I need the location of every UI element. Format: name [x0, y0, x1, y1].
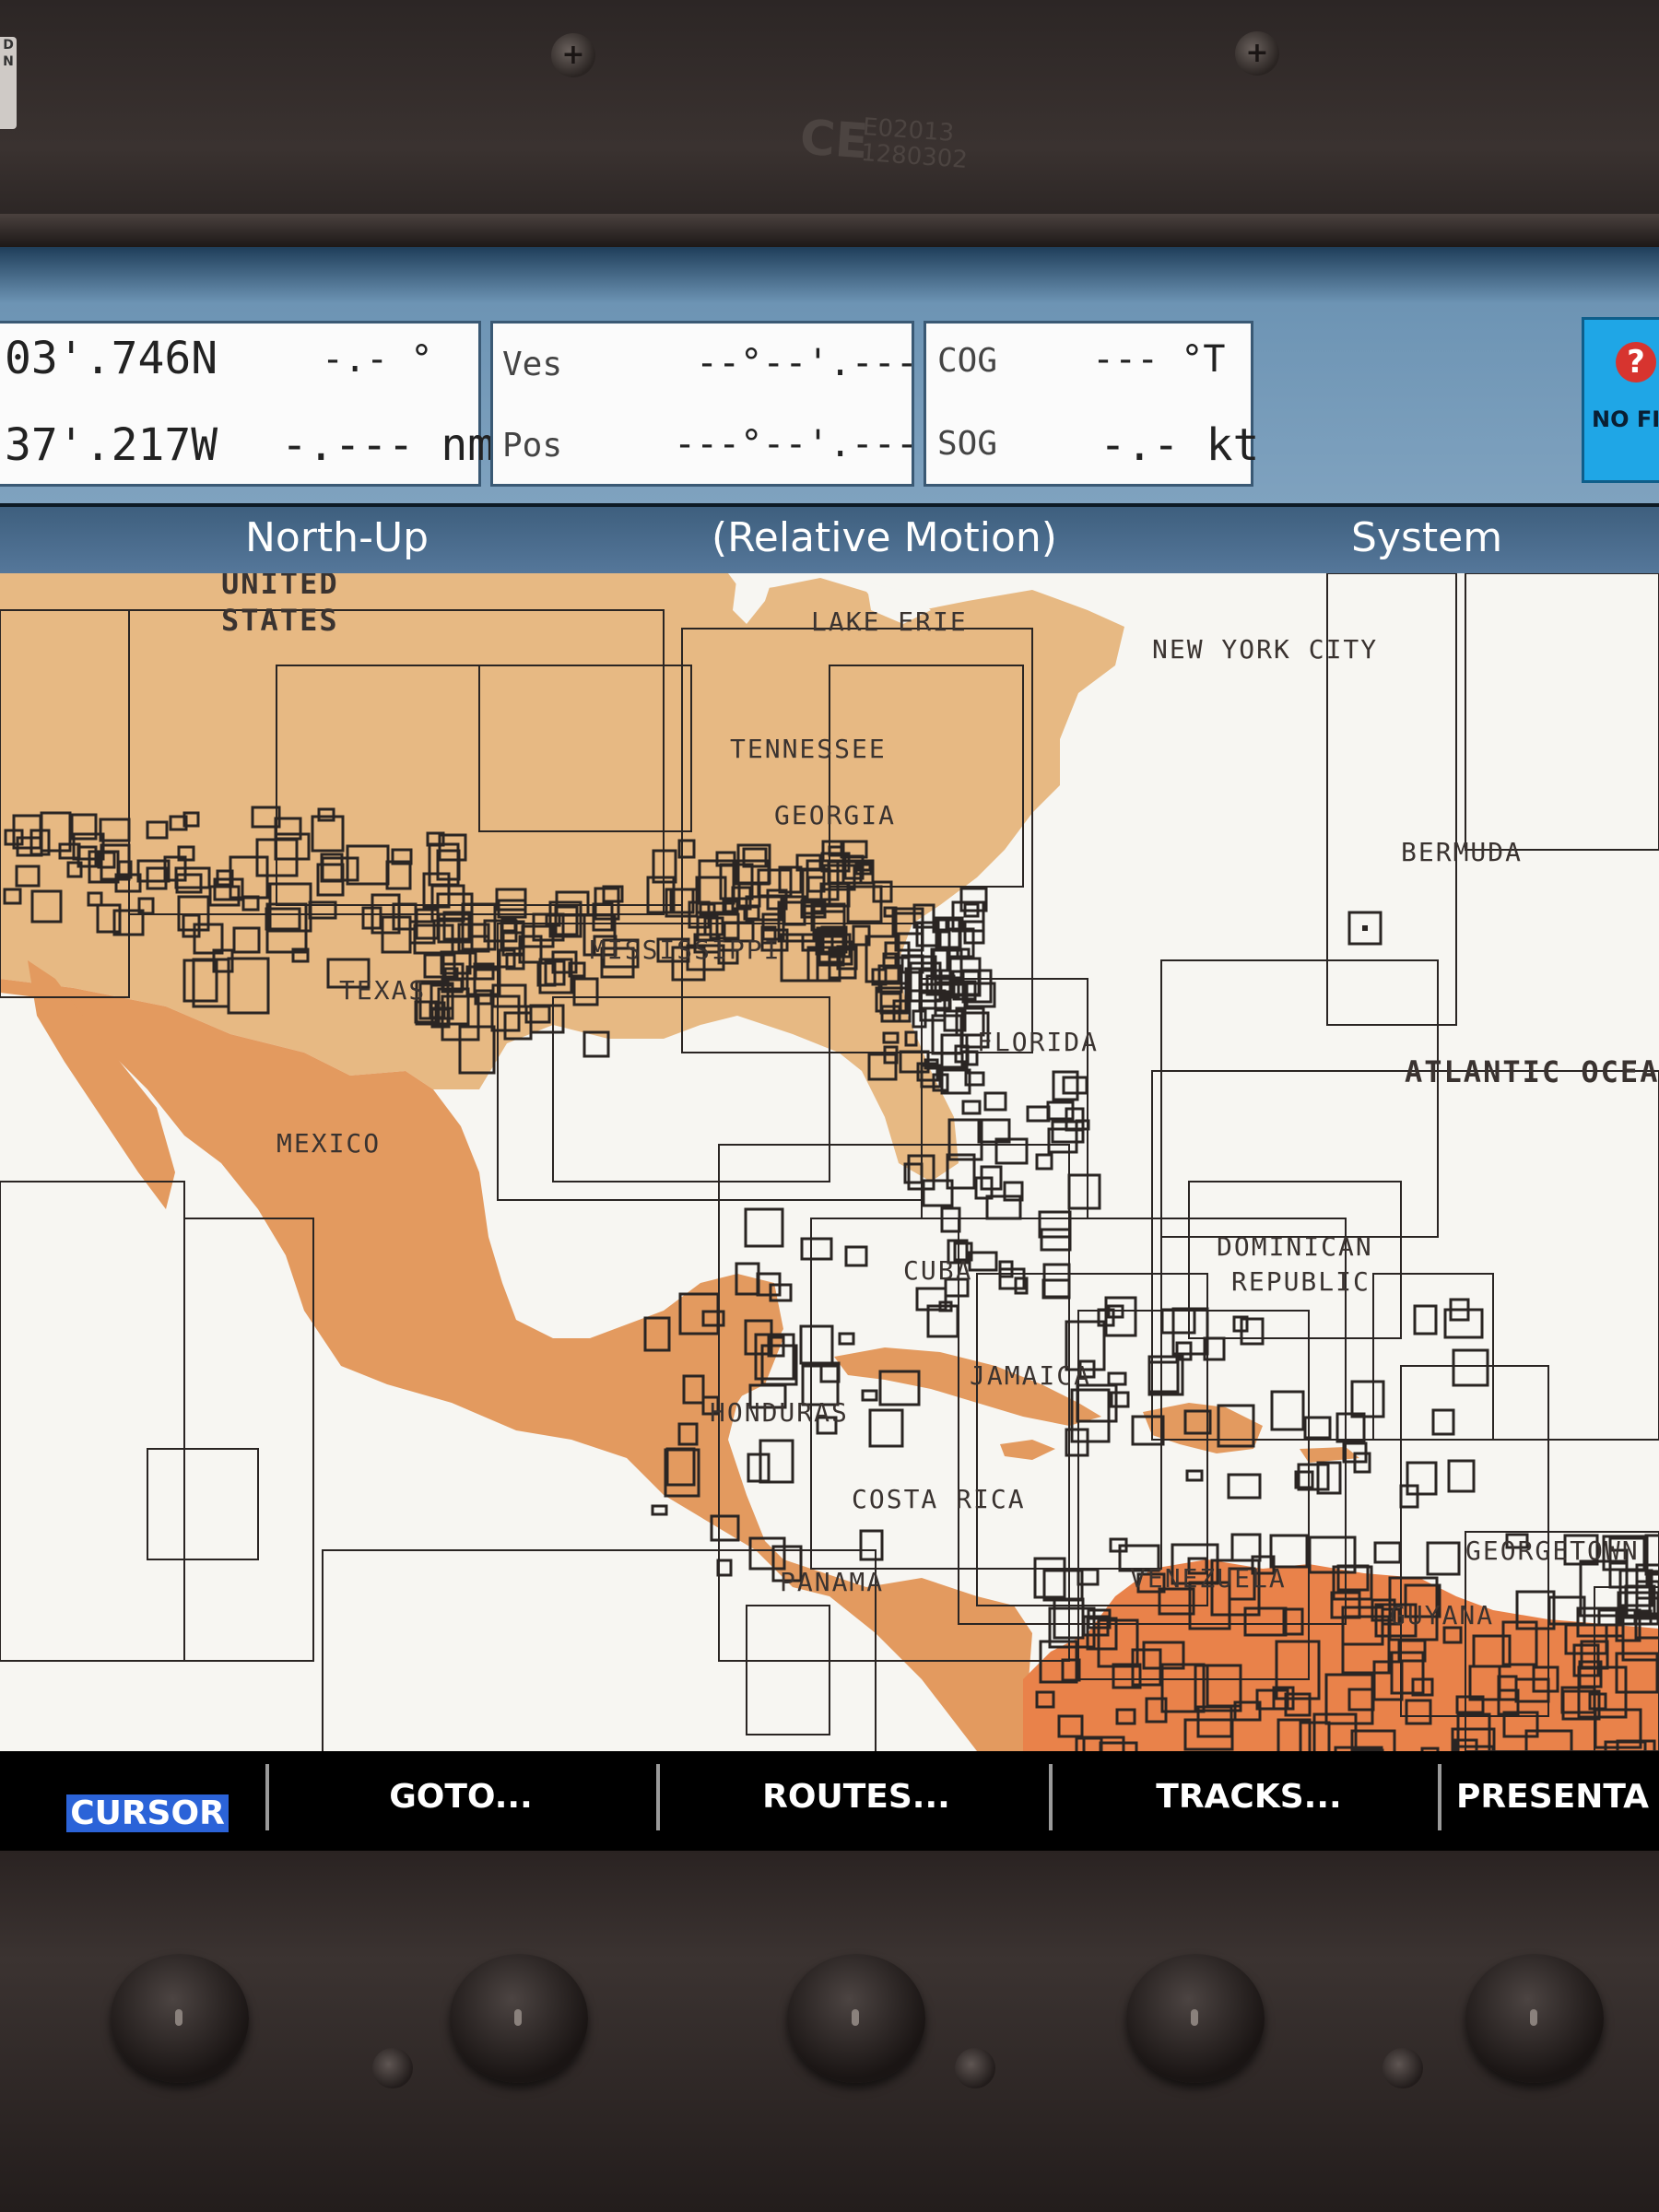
soft-key-bar: CURSOR GOTO... ROUTES... TRACKS... PRESE…	[0, 1751, 1659, 1851]
label-jamaica: JAMAICA	[970, 1360, 1091, 1391]
cursor-range: -.--- nm	[281, 419, 495, 471]
label-guyana: GUYANA	[1390, 1600, 1494, 1630]
cursor-position-box[interactable]: 03'.746N 37'.217W -.- ° -.--- nm	[0, 321, 494, 487]
label-united-states-2: STATES	[221, 603, 339, 638]
side-label-tag: D N	[0, 37, 17, 129]
vessel-position-box[interactable]: Ves Pos --°--'.--- ---°--'.---	[490, 321, 918, 487]
ves-label: Ves	[502, 346, 563, 383]
label-panama: PANAMA	[780, 1567, 884, 1597]
course-speed-box[interactable]: COG SOG --- °T -.- kt	[924, 321, 1259, 487]
gps-status-indicator[interactable]: ? NO FI	[1582, 317, 1659, 483]
no-fix-satellite-icon: ?	[1616, 342, 1656, 382]
orientation-mode[interactable]: North-Up	[245, 514, 429, 561]
bezel-lip	[0, 214, 1659, 247]
pos-label: Pos	[502, 427, 563, 465]
softkey-knob-3[interactable]	[787, 1954, 925, 2083]
softkey-divider	[656, 1764, 660, 1830]
data-bar: 03'.746N 37'.217W -.- ° -.--- nm Ves Pos…	[0, 247, 1659, 503]
label-united-states-1: UNITED	[221, 573, 339, 601]
label-texas: TEXAS	[339, 975, 426, 1006]
cursor-longitude: 37'.217W	[5, 419, 218, 471]
label-mexico: MEXICO	[276, 1128, 381, 1159]
routes-softkey[interactable]: ROUTES...	[667, 1751, 1045, 1843]
label-costa-rica: COSTA RICA	[852, 1484, 1026, 1514]
label-cuba: CUBA	[903, 1255, 972, 1286]
cog-value: --- °T	[1092, 338, 1226, 381]
label-mississippi: MISSISSIPPI	[590, 935, 781, 965]
plotter-screen: 03'.746N 37'.217W -.- ° -.--- nm Ves Pos…	[0, 247, 1659, 1851]
chart-area[interactable]: UNITED STATES LAKE ERIE NEW YORK CITY TE…	[0, 573, 1659, 1751]
label-tennessee: TENNESSEE	[730, 734, 887, 764]
sog-label: SOG	[937, 425, 998, 463]
ce-certification-code: E02013 1280302	[860, 113, 969, 174]
label-atlantic-ocean: ATLANTIC OCEAN	[1405, 1054, 1659, 1089]
softkey-divider	[1049, 1764, 1053, 1830]
gps-status-text: NO FI	[1592, 406, 1659, 432]
ce-mark: CE	[797, 110, 870, 171]
cursor-latitude: 03'.746N	[5, 333, 218, 384]
softkey-divider	[1438, 1764, 1441, 1830]
vessel-latitude: --°--'.---	[696, 342, 918, 384]
mode-bar: North-Up (Relative Motion) System	[0, 507, 1659, 573]
label-honduras: HONDURAS	[710, 1397, 849, 1428]
label-bermuda: BERMUDA	[1401, 837, 1523, 867]
screw-icon	[1235, 31, 1279, 76]
presentation-softkey[interactable]: PRESENTA	[1456, 1751, 1659, 1843]
cursor-softkey[interactable]: CURSOR	[37, 1768, 258, 1851]
bermuda-dot	[1362, 925, 1368, 931]
label-lake-erie: LAKE ERIE	[811, 606, 968, 637]
label-new-york-city: NEW YORK CITY	[1152, 634, 1378, 665]
screw-icon	[955, 2048, 995, 2088]
screw-icon	[372, 2048, 413, 2088]
sog-value: -.- kt	[1100, 419, 1260, 471]
motion-mode[interactable]: (Relative Motion)	[712, 514, 1057, 561]
softkey-knob-4[interactable]	[1126, 1954, 1265, 2083]
label-dominican: DOMINICAN	[1217, 1231, 1373, 1262]
label-venezuela: VENEZUELA	[1130, 1563, 1287, 1594]
label-florida: FLORIDA	[977, 1027, 1099, 1057]
device-top-bezel: D N CE E02013 1280302	[0, 0, 1659, 247]
system-menu[interactable]: System	[1351, 514, 1502, 561]
label-georgia: GEORGIA	[774, 800, 896, 830]
label-georgetown: GEORGETOWN	[1465, 1535, 1640, 1566]
softkey-knob-2[interactable]	[450, 1954, 588, 2083]
cursor-bearing: -.- °	[322, 338, 433, 381]
vessel-longitude: ---°--'.---	[674, 423, 918, 465]
cog-label: COG	[937, 342, 998, 380]
label-republic: REPUBLIC	[1231, 1266, 1371, 1297]
screw-icon	[1382, 2048, 1423, 2088]
softkey-knob-5[interactable]	[1465, 1954, 1604, 2083]
tracks-softkey[interactable]: TRACKS...	[1060, 1751, 1438, 1843]
softkey-divider	[265, 1764, 269, 1830]
goto-softkey[interactable]: GOTO...	[276, 1751, 645, 1843]
softkey-knob-1[interactable]	[111, 1954, 249, 2083]
nautical-chart-map[interactable]: UNITED STATES LAKE ERIE NEW YORK CITY TE…	[0, 573, 1659, 1751]
screw-icon	[551, 33, 595, 77]
